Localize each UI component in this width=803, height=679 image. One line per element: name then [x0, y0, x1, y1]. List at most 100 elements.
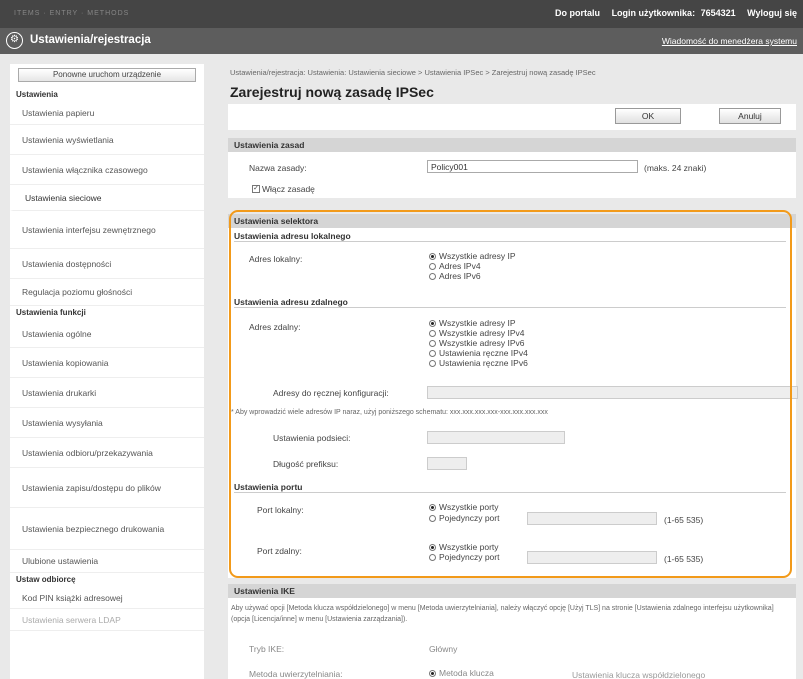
main-content: Ustawienia/rejestracja: Ustawienia: Usta… — [222, 64, 803, 679]
enable-policy-checkbox[interactable]: ✓ Włącz zasadę — [252, 184, 315, 194]
subnet-input[interactable] — [427, 431, 565, 444]
sidebar-item-volume[interactable]: Regulacja poziomu głośności — [10, 279, 204, 306]
sidebar-item-store-access[interactable]: Ustawienia zapisu/dostępu do plików — [10, 468, 204, 508]
radio-icon — [429, 349, 436, 357]
local-address-label: Adres lokalny: — [249, 254, 303, 264]
ike-mode-value: Główny — [429, 644, 458, 654]
policy-name-label: Nazwa zasady: — [249, 163, 307, 173]
sidebar-section-settings: Ustawienia — [16, 90, 58, 99]
prefix-length-input[interactable] — [427, 457, 467, 470]
remote-port-input[interactable] — [527, 551, 657, 564]
radio-icon — [429, 503, 436, 511]
remote-all-ip-radio[interactable]: Wszystkie adresy IP — [429, 318, 516, 328]
radio-icon — [429, 543, 436, 551]
radio-icon — [429, 329, 436, 337]
app-title: Ustawienia/rejestracja — [30, 34, 151, 46]
radio-label: Pojedynczy port — [439, 552, 500, 562]
ok-button[interactable]: OK — [615, 108, 681, 124]
settings-icon: ⚙ — [6, 32, 23, 49]
remote-single-port-radio[interactable]: Pojedynczy port — [429, 552, 499, 562]
local-port-range: (1-65 535) — [664, 515, 704, 525]
remote-all-ipv6-radio[interactable]: Wszystkie adresy IPv6 — [429, 338, 525, 348]
sidebar-item-favorites[interactable]: Ulubione ustawienia — [10, 550, 204, 573]
local-single-port-radio[interactable]: Pojedynczy port — [429, 513, 499, 523]
login-label: Login użytkownika: 7654321 — [611, 8, 736, 18]
ike-mode-label: Tryb IKE: — [249, 644, 285, 654]
sidebar-item-general[interactable]: Ustawienia ogólne — [10, 320, 204, 348]
radio-icon — [429, 252, 436, 260]
radio-label: Wszystkie adresy IP — [439, 318, 516, 328]
sidebar-item-accessibility[interactable]: Ustawienia dostępności — [10, 249, 204, 279]
radio-label: Wszystkie adresy IPv6 — [439, 338, 525, 348]
radio-label: Wszystkie adresy IP — [439, 251, 516, 261]
local-port-label: Port lokalny: — [257, 505, 304, 515]
radio-icon — [429, 669, 436, 677]
sidebar-item-copy[interactable]: Ustawienia kopiowania — [10, 348, 204, 378]
radio-icon — [429, 339, 436, 347]
radio-icon — [429, 553, 436, 561]
sidebar-item-receive-forward[interactable]: Ustawienia odbioru/przekazywania — [10, 438, 204, 468]
policy-name-input[interactable] — [427, 160, 638, 173]
top-links: Do portalu Login użytkownika: 7654321 Wy… — [546, 8, 797, 18]
sidebar-item-timer[interactable]: Ustawienia włącznika czasowego — [10, 155, 204, 185]
port-subheader: Ustawienia portu — [234, 482, 786, 493]
manual-addresses-input[interactable] — [427, 386, 798, 399]
device-name: ITEMS · ENTRY · METHODS — [14, 10, 130, 17]
cancel-button[interactable]: Anuluj — [719, 108, 781, 124]
radio-icon — [429, 262, 436, 270]
radio-icon — [429, 272, 436, 280]
radio-icon — [429, 514, 436, 522]
local-address-subheader: Ustawienia adresu lokalnego — [234, 231, 786, 242]
enable-policy-label: Włącz zasadę — [262, 184, 315, 194]
radio-label: Wszystkie porty — [439, 542, 499, 552]
sidebar-item-network[interactable]: Ustawienia sieciowe — [10, 185, 204, 211]
radio-label: Ustawienia ręczne IPv6 — [439, 358, 528, 368]
sidebar-item-address-book-pin[interactable]: Kod PIN książki adresowej — [10, 587, 204, 609]
local-ipv4-radio[interactable]: Adres IPv4 — [429, 261, 481, 271]
radio-label: Metoda klucza — [439, 668, 494, 678]
radio-label: Adres IPv6 — [439, 271, 481, 281]
radio-icon — [429, 319, 436, 327]
local-ipv6-radio[interactable]: Adres IPv6 — [429, 271, 481, 281]
remote-all-ipv4-radio[interactable]: Wszystkie adresy IPv4 — [429, 328, 525, 338]
ike-description: Aby używać opcji [Metoda klucza współdzi… — [231, 605, 774, 623]
message-to-admin-link[interactable]: Wiadomość do menedżera systemu — [662, 36, 797, 46]
remote-all-ports-radio[interactable]: Wszystkie porty — [429, 542, 499, 552]
remote-address-label: Adres zdalny: — [249, 322, 301, 332]
restart-device-button[interactable]: Ponowne uruchom urządzenie — [18, 68, 196, 82]
action-bar — [228, 104, 796, 130]
page-title: Zarejestruj nową zasadę IPSec — [230, 84, 434, 100]
top-bar: ITEMS · ENTRY · METHODS Do portalu Login… — [0, 0, 803, 28]
local-all-ports-radio[interactable]: Wszystkie porty — [429, 502, 499, 512]
breadcrumb: Ustawienia/rejestracja: Ustawienia: Usta… — [230, 68, 596, 77]
sidebar-item-secure-print[interactable]: Ustawienia bezpiecznego drukowania — [10, 508, 204, 550]
radio-label: Ustawienia ręczne IPv4 — [439, 348, 528, 358]
selector-settings-header: Ustawienia selektora — [228, 214, 796, 228]
remote-manual-ipv4-radio[interactable]: Ustawienia ręczne IPv4 — [429, 348, 528, 358]
app-header: ⚙ Ustawienia/rejestracja Wiadomość do me… — [0, 28, 803, 54]
policy-name-hint: (maks. 24 znaki) — [644, 163, 707, 173]
sidebar-item-display[interactable]: Ustawienia wyświetlania — [10, 125, 204, 155]
subnet-label: Ustawienia podsieci: — [273, 433, 351, 443]
sidebar-item-external-interface[interactable]: Ustawienia interfejsu zewnętrznego — [10, 211, 204, 249]
remote-port-range: (1-65 535) — [664, 554, 704, 564]
sidebar-item-printer[interactable]: Ustawienia drukarki — [10, 378, 204, 408]
auth-method-label: Metoda uwierzytelniania: — [249, 669, 343, 679]
remote-manual-ipv6-radio[interactable]: Ustawienia ręczne IPv6 — [429, 358, 528, 368]
shared-key-settings-link[interactable]: Ustawienia klucza współdzielonego — [572, 670, 705, 679]
sidebar: Ponowne uruchom urządzenie Ustawienia Us… — [10, 64, 204, 679]
local-all-ip-radio[interactable]: Wszystkie adresy IP — [429, 251, 516, 261]
logout-link[interactable]: Wyloguj się — [747, 8, 797, 18]
radio-label: Adres IPv4 — [439, 261, 481, 271]
sidebar-item-send[interactable]: Ustawienia wysyłania — [10, 408, 204, 438]
portal-link[interactable]: Do portalu — [555, 8, 600, 18]
sidebar-section-functions: Ustawienia funkcji — [16, 308, 86, 317]
auth-shared-key-radio[interactable]: Metoda klucza — [429, 668, 494, 678]
sidebar-item-paper[interactable]: Ustawienia papieru — [10, 102, 204, 125]
sidebar-item-ldap[interactable]: Ustawienia serwera LDAP — [10, 609, 204, 631]
prefix-length-label: Długość prefiksu: — [273, 459, 339, 469]
multiple-ip-note: * Aby wprowadzić wiele adresów IP naraz,… — [231, 409, 548, 416]
remote-port-label: Port zdalny: — [257, 546, 302, 556]
local-port-input[interactable] — [527, 512, 657, 525]
radio-label: Wszystkie porty — [439, 502, 499, 512]
